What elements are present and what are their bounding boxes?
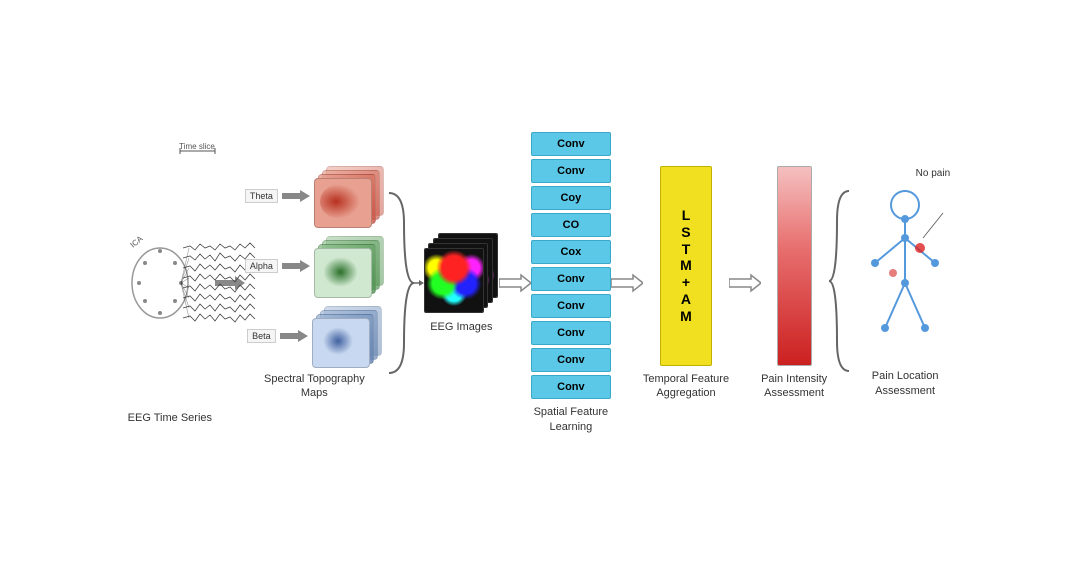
- theta-arrow: [282, 188, 310, 204]
- theta-stack: [314, 166, 384, 226]
- pain-intensity-section: Pain IntensityAssessment: [761, 166, 827, 401]
- brace-arrow: [384, 173, 424, 393]
- eeg-head: Time slice ICA: [125, 143, 215, 403]
- conv-section: Conv Conv Coy CO Cox Conv Conv Conv Conv…: [531, 132, 611, 434]
- conv-block-4: CO: [531, 213, 611, 237]
- beta-label: Beta: [247, 329, 276, 343]
- conv-blocks: Conv Conv Coy CO Cox Conv Conv Conv Conv…: [531, 132, 611, 399]
- conv-block-2: Conv: [531, 159, 611, 183]
- lstm-section: LSTM+AM Temporal FeatureAggregation: [643, 166, 729, 401]
- eeg-images-label: EEG Images: [430, 321, 492, 333]
- pain-location-label: Pain LocationAssessment: [872, 369, 939, 398]
- spectral-maps: Theta Alpha: [245, 166, 384, 366]
- body-figure-svg: [855, 183, 955, 363]
- lstm-to-pain-arrow: [729, 272, 761, 294]
- theta-label: Theta: [245, 189, 278, 203]
- conv-block-8: Conv: [531, 321, 611, 345]
- eeg-images-stack: [424, 233, 499, 313]
- pain-location-section: No pain Pain Locatio: [855, 168, 955, 398]
- alpha-map-group: Alpha: [245, 236, 384, 296]
- diagram: Time slice ICA: [0, 0, 1080, 566]
- eeg-svg: Time slice ICA: [125, 143, 265, 413]
- svg-text:Time slice: Time slice: [179, 143, 215, 151]
- beta-stack: [312, 306, 382, 366]
- eeg-label: EEG Time Series: [128, 412, 212, 424]
- lstm-block: LSTM+AM: [660, 166, 712, 366]
- conv-block-1: Conv: [531, 132, 611, 156]
- output-brace-svg: [827, 171, 855, 391]
- output-brace: [827, 171, 855, 396]
- conv-block-6: Conv: [531, 267, 611, 291]
- no-pain-label: No pain: [916, 168, 950, 179]
- pain-bar: [777, 166, 812, 366]
- conv-block-9: Conv: [531, 348, 611, 372]
- beta-map-group: Beta: [247, 306, 382, 366]
- conv-label: Spatial FeatureLearning: [534, 405, 609, 434]
- alpha-stack: [314, 236, 384, 296]
- eeg-section: Time slice ICA: [125, 143, 215, 424]
- conv-to-lstm-arrow: [611, 272, 643, 294]
- pain-intensity-label: Pain IntensityAssessment: [761, 372, 827, 401]
- spectral-label: Spectral TopographyMaps: [264, 372, 365, 401]
- svg-text:ICA: ICA: [128, 233, 145, 249]
- eeg-img-front: [424, 248, 484, 313]
- eeg-images-section: EEG Images: [424, 233, 499, 333]
- conv-block-7: Conv: [531, 294, 611, 318]
- conv-block-3: Coy: [531, 186, 611, 210]
- beta-arrow: [280, 328, 308, 344]
- lstm-label: Temporal FeatureAggregation: [643, 372, 729, 401]
- theta-map-group: Theta: [245, 166, 384, 226]
- brace-svg: [384, 173, 424, 393]
- alpha-arrow: [282, 258, 310, 274]
- spectral-section: Theta Alpha: [245, 166, 384, 401]
- conv-block-5: Cox: [531, 240, 611, 264]
- alpha-label: Alpha: [245, 259, 278, 273]
- conv-block-10: Conv: [531, 375, 611, 399]
- eeg-to-conv-arrow: [499, 272, 531, 294]
